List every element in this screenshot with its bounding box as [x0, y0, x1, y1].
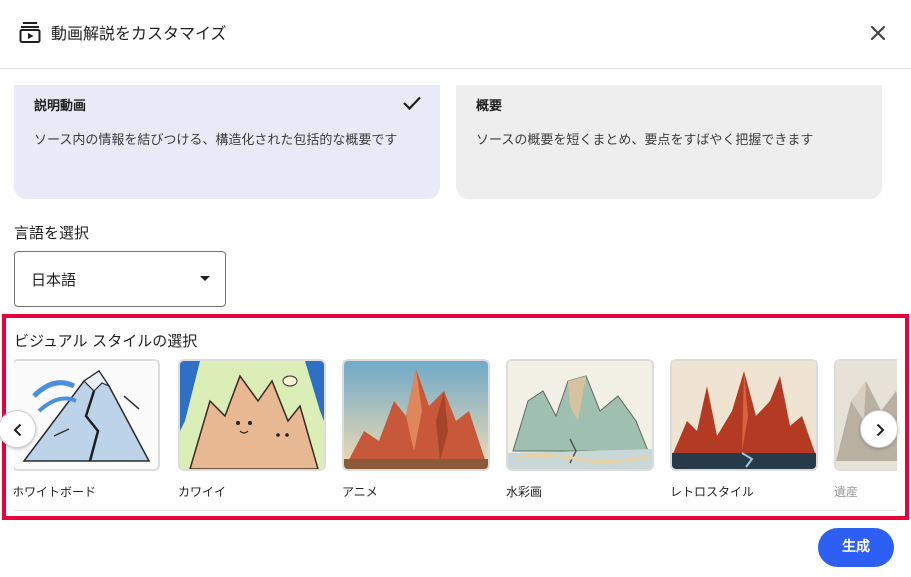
style-tile-label: カワイイ [178, 485, 227, 499]
card-description: ソース内の情報を結びつける、構造化された包括的な概要です [34, 133, 398, 148]
style-tile-kawaii[interactable]: カワイイ [178, 359, 326, 500]
section-divider [14, 510, 897, 511]
style-tile-anime[interactable]: アニメ [342, 359, 490, 500]
visual-style-carousel: ホワイトボード カワイイ アニメ 水彩画 レトロスタイル 遺産 [14, 359, 897, 509]
card-title: 説明動画 [34, 99, 87, 114]
format-card-explainer[interactable]: 説明動画 ソース内の情報を結びつける、構造化された包括的な概要です [14, 85, 440, 199]
style-thumbnail [14, 359, 160, 471]
generate-button[interactable]: 生成 [818, 528, 894, 567]
style-tile-label: レトロスタイル [670, 485, 755, 499]
close-icon[interactable] [866, 21, 890, 45]
dialog-header: 動画解説をカスタマイズ [0, 0, 911, 69]
language-label: 言語を選択 [14, 224, 90, 242]
carousel-next-button[interactable] [860, 410, 898, 448]
chevron-right-icon [876, 423, 885, 437]
dropdown-arrow-icon [200, 276, 210, 281]
style-tile-label: 水彩画 [506, 485, 543, 499]
language-select[interactable]: 日本語 [14, 251, 226, 307]
style-tile-label: ホワイトボード [14, 485, 97, 499]
card-title: 概要 [476, 99, 503, 114]
style-thumbnail [342, 359, 490, 471]
visual-style-label: ビジュアル スタイルの選択 [14, 332, 198, 350]
style-thumbnail [506, 359, 654, 471]
style-thumbnail [178, 359, 326, 471]
video-overview-icon [19, 21, 41, 43]
style-tile-watercolor[interactable]: 水彩画 [506, 359, 654, 500]
style-thumbnail [670, 359, 818, 471]
language-select-value: 日本語 [31, 271, 77, 289]
chevron-left-icon [13, 423, 22, 437]
check-icon [402, 95, 422, 111]
dialog-title: 動画解説をカスタマイズ [51, 24, 227, 43]
format-card-brief[interactable]: 概要 ソースの概要を短くまとめ、要点をすばやく把握できます [456, 85, 882, 199]
style-tile-label: アニメ [342, 485, 378, 499]
style-tile-retro[interactable]: レトロスタイル [670, 359, 818, 500]
card-description: ソースの概要を短くまとめ、要点をすばやく把握できます [476, 133, 814, 148]
style-tile-label: 遺産 [834, 485, 859, 499]
